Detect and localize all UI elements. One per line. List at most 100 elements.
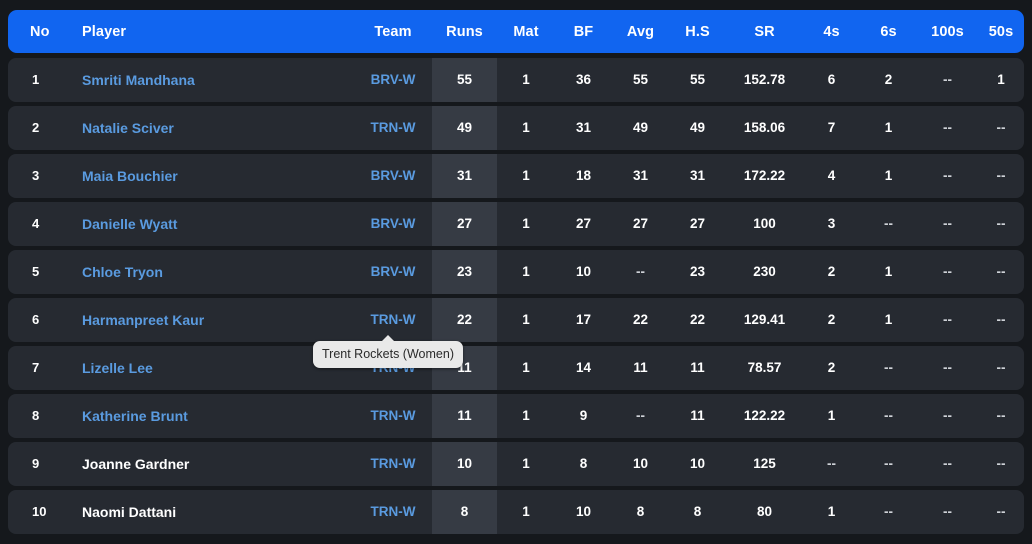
cell-team: TRN-W [354,394,432,438]
cell-sr: 172.22 [743,168,786,183]
cell-player: Natalie Sciver [76,106,354,150]
table-row[interactable]: 6 Harmanpreet Kaur TRN-W 22 1 17 22 22 129.41 2 1 -… [8,298,1024,342]
cell-sr: 100 [753,216,776,231]
cell-team: TRN-W [354,490,432,534]
cell-fours: 6 [827,72,836,87]
team-abbr-link[interactable]: BRV-W [371,168,416,183]
column-header-bf[interactable]: BF [555,24,612,40]
team-abbr-link[interactable]: BRV-W [371,72,416,87]
table-row[interactable]: 8 Katherine Brunt TRN-W 11 1 9 -- 11 122.22 1 -- --… [8,394,1024,438]
cell-bf: 17 [575,312,592,327]
cell-fifties: -- [996,168,1006,183]
column-header-no[interactable]: No [8,24,76,40]
team-abbr-link[interactable]: TRN-W [371,504,416,519]
cell-player: Harmanpreet Kaur [76,298,354,342]
cell-no: 8 [32,408,40,423]
cell-bf: 10 [575,504,592,519]
cell-sixes: -- [884,456,893,471]
cell-mat: 1 [522,72,530,87]
player-name-link[interactable]: Chloe Tryon [82,264,163,280]
cell-no: 4 [32,216,40,231]
player-name-link[interactable]: Danielle Wyatt [82,216,177,232]
cell-sr: 129.41 [743,312,786,327]
team-abbr-link[interactable]: BRV-W [371,264,416,279]
cell-fours: 2 [827,360,836,375]
table-row[interactable]: 1 Smriti Mandhana BRV-W 55 1 36 55 55 152.78 6 2 --… [8,58,1024,102]
cell-mat: 1 [522,312,530,327]
column-header-runs[interactable]: Runs [432,24,497,40]
column-header-hundreds[interactable]: 100s [917,24,978,40]
column-header-fours[interactable]: 4s [803,24,860,40]
table-row[interactable]: 2 Natalie Sciver TRN-W 49 1 31 49 49 158.06 7 1 -- -… [8,106,1024,150]
player-name-link[interactable]: Maia Bouchier [82,168,178,184]
team-tooltip: Trent Rockets (Women) [313,335,463,368]
team-abbr-link[interactable]: TRN-W [371,456,416,471]
cell-sr: 80 [756,504,773,519]
table-header-row: No Player Team Runs Mat BF Avg H.S SR 4s 6s 100s 50s [8,10,1024,53]
cell-fours: 2 [827,312,836,327]
column-header-sr[interactable]: SR [726,24,803,40]
cell-sixes: 2 [884,72,893,87]
table-row[interactable]: 5 Chloe Tryon BRV-W 23 1 10 -- 23 230 2 1 -- -- [8,250,1024,294]
column-header-mat[interactable]: Mat [497,24,555,40]
team-abbr-link[interactable]: TRN-W [371,120,416,135]
player-name-link[interactable]: Harmanpreet Kaur [82,312,204,328]
table-row[interactable]: 4 Danielle Wyatt BRV-W 27 1 27 27 27 100 3 -- -- -- [8,202,1024,246]
cell-sr: 158.06 [743,120,786,135]
column-header-team[interactable]: Team [354,24,432,40]
cell-fifties: -- [996,312,1006,327]
cell-hundreds: -- [943,264,952,279]
cell-mat: 1 [522,456,530,471]
cell-hs: 10 [689,456,706,471]
cell-fifties: -- [996,120,1006,135]
column-header-hs[interactable]: H.S [669,24,726,40]
cell-avg: 27 [632,216,649,231]
team-abbr-link[interactable]: BRV-W [371,216,416,231]
cell-no: 1 [32,72,40,87]
cell-fours: 1 [827,504,836,519]
table-row[interactable]: 7Lizelle LeeTRN-W11114111178.572------ [8,346,1024,390]
team-abbr-link[interactable]: TRN-W [371,408,416,423]
table-row[interactable]: 3 Maia Bouchier BRV-W 31 1 18 31 31 172.22 4 1 -- -- [8,154,1024,198]
cell-team: BRV-W [354,202,432,246]
cell-hs: 22 [689,312,706,327]
cell-player: Danielle Wyatt [76,202,354,246]
cell-mat: 1 [522,168,530,183]
cell-bf: 9 [579,408,588,423]
cell-team: BRV-W [354,154,432,198]
player-name-link[interactable]: Smriti Mandhana [82,72,195,88]
cell-sr: 78.57 [747,360,782,375]
cell-sixes: -- [884,360,893,375]
team-abbr-link[interactable]: TRN-W [371,312,416,327]
cell-avg: -- [636,408,645,423]
column-header-fifties[interactable]: 50s [978,24,1024,40]
cell-hs: 55 [689,72,706,87]
cell-mat: 1 [522,408,530,423]
table-row[interactable]: 10 Naomi Dattani TRN-W 8 1 10 8 8 80 1 -- -- -- [8,490,1024,534]
cell-player: Naomi Dattani [76,490,354,534]
column-header-player[interactable]: Player [76,24,354,40]
cell-no: 10 [32,504,47,519]
cell-hundreds: -- [943,360,952,375]
cell-hs: 8 [693,504,702,519]
player-name-link[interactable]: Natalie Sciver [82,120,174,136]
player-name-link[interactable]: Lizelle Lee [82,360,153,376]
cell-hundreds: -- [943,120,952,135]
cell-fours: 1 [827,408,836,423]
cell-avg: 11 [633,360,648,375]
cell-no: 3 [32,168,40,183]
cell-fifties: -- [996,216,1006,231]
cell-mat: 1 [522,120,530,135]
cell-sixes: 1 [884,120,893,135]
cell-runs: 49 [432,106,497,150]
cell-hundreds: -- [943,456,952,471]
column-header-sixes[interactable]: 6s [860,24,917,40]
column-header-avg[interactable]: Avg [612,24,669,40]
cell-hs: 27 [689,216,706,231]
cell-runs: 23 [432,250,497,294]
player-name-link: Naomi Dattani [82,504,177,520]
player-name-link[interactable]: Katherine Brunt [82,408,188,424]
cell-no: 6 [32,312,40,327]
table-row[interactable]: 9 Joanne Gardner TRN-W 10 1 8 10 10 125 -- -- -- -- [8,442,1024,486]
cell-hs: 31 [689,168,706,183]
